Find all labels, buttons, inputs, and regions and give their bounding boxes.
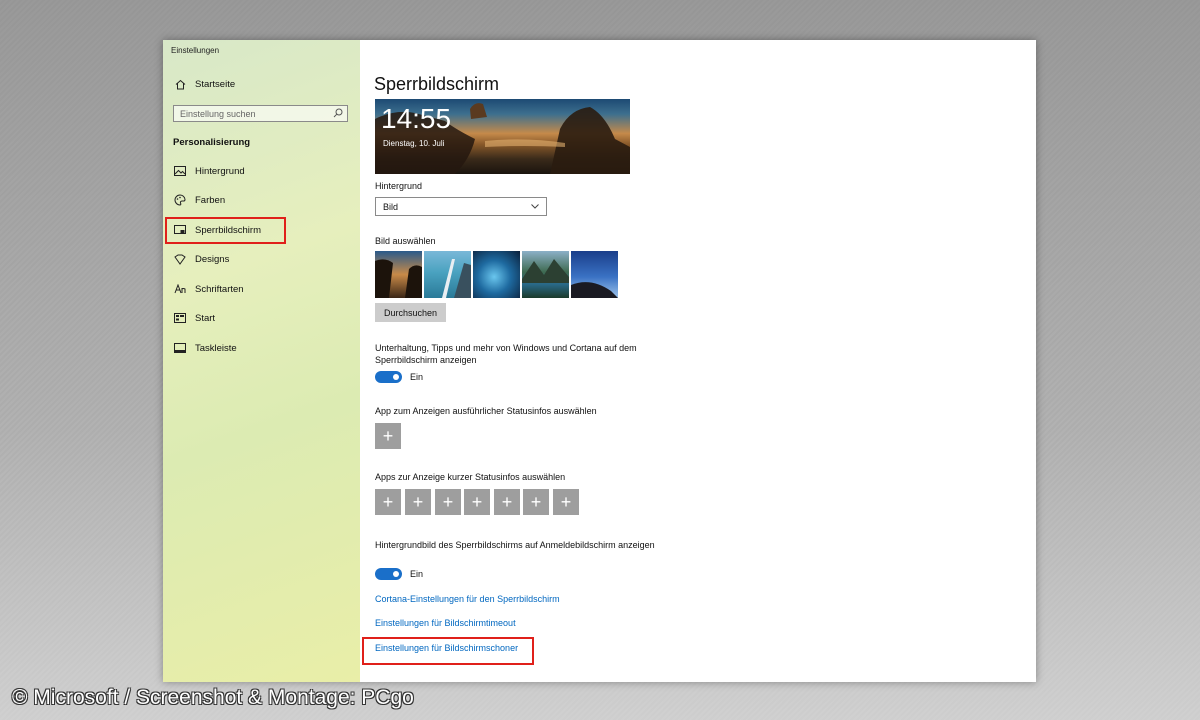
- browse-button[interactable]: Durchsuchen: [375, 303, 446, 322]
- quick-status-add-button-3[interactable]: +: [435, 489, 461, 515]
- screen-timeout-link[interactable]: Einstellungen für Bildschirmtimeout: [375, 618, 516, 628]
- sidebar-item-hintergrund[interactable]: Hintergrund: [173, 161, 245, 181]
- sidebar-item-home[interactable]: Startseite: [173, 74, 235, 94]
- sidebar: Einstellungen Startseite Einstellung suc…: [163, 40, 360, 682]
- lock-screen-preview: 14:55 Dienstag, 10. Juli: [375, 99, 630, 174]
- quick-status-label: Apps zur Anzeige kurzer Statusinfos ausw…: [375, 472, 566, 482]
- signin-background-label: Hintergrundbild des Sperrbildschirms auf…: [375, 540, 655, 550]
- sidebar-item-taskleiste[interactable]: Taskleiste: [173, 338, 237, 358]
- sidebar-item-label: Schriftarten: [195, 283, 244, 295]
- search-input[interactable]: Einstellung suchen: [173, 105, 348, 122]
- sidebar-item-schriftarten[interactable]: Schriftarten: [173, 279, 244, 299]
- sidebar-item-label: Farben: [195, 194, 226, 206]
- sidebar-item-start[interactable]: Start: [173, 308, 215, 328]
- taskbar-icon: [173, 342, 187, 354]
- picture-thumbnail-4[interactable]: [522, 251, 569, 298]
- quick-status-add-button-7[interactable]: +: [553, 489, 579, 515]
- credit-watermark: © Microsoft / Screenshot & Montage: PCgo: [12, 686, 414, 709]
- sidebar-item-label: Startseite: [195, 78, 236, 90]
- toggle-knob: [393, 374, 399, 380]
- picture-icon: [173, 165, 187, 177]
- page-title: Sperrbildschirm: [374, 74, 500, 94]
- signin-background-state: Ein: [410, 569, 424, 579]
- quick-status-add-button-6[interactable]: +: [523, 489, 549, 515]
- quick-status-add-button-1[interactable]: +: [375, 489, 401, 515]
- main-content: Sperrbildschirm 14:55 Dienstag, 10. Juli…: [360, 40, 1036, 682]
- preview-date: Dienstag, 10. Juli: [383, 139, 445, 148]
- picture-thumbnail-1[interactable]: [375, 251, 422, 298]
- search-placeholder: Einstellung suchen: [180, 108, 256, 119]
- cortana-settings-link[interactable]: Cortana-Einstellungen für den Sperrbilds…: [375, 594, 560, 604]
- fun-facts-state: Ein: [410, 372, 424, 382]
- sidebar-item-designs[interactable]: Designs: [173, 249, 229, 269]
- sidebar-item-farben[interactable]: Farben: [173, 190, 225, 210]
- home-icon: [173, 78, 187, 90]
- chevron-down-icon: [530, 201, 540, 213]
- settings-window: Einstellungen Startseite Einstellung suc…: [163, 40, 1036, 682]
- sidebar-item-label: Taskleiste: [195, 342, 237, 354]
- background-dropdown[interactable]: Bild: [375, 197, 547, 216]
- fun-facts-toggle[interactable]: [375, 371, 402, 383]
- toggle-knob: [393, 571, 399, 577]
- sidebar-item-label: Start: [195, 312, 216, 324]
- picture-thumbnail-3[interactable]: [473, 251, 520, 298]
- signin-background-toggle[interactable]: [375, 568, 402, 580]
- detailed-status-add-button[interactable]: +: [375, 423, 401, 449]
- start-icon: [173, 312, 187, 324]
- highlight-frame-nav: [165, 217, 286, 244]
- background-dropdown-value: Bild: [383, 201, 399, 212]
- sidebar-item-label: Hintergrund: [195, 165, 245, 177]
- font-icon: [173, 283, 187, 295]
- search-icon[interactable]: [333, 108, 343, 120]
- highlight-frame-link: [362, 637, 534, 665]
- choose-picture-label: Bild auswählen: [375, 236, 436, 246]
- palette-icon: [173, 194, 187, 206]
- preview-time: 14:55: [381, 103, 452, 134]
- sidebar-item-label: Designs: [195, 253, 230, 265]
- window-title: Einstellungen: [171, 46, 220, 55]
- quick-status-add-button-4[interactable]: +: [464, 489, 490, 515]
- designs-icon: [173, 253, 187, 265]
- quick-status-add-button-5[interactable]: +: [494, 489, 520, 515]
- section-title: Personalisierung: [173, 137, 251, 148]
- picture-thumbnail-5[interactable]: [571, 251, 618, 298]
- fun-facts-label: Unterhaltung, Tipps und mehr von Windows…: [375, 343, 637, 365]
- detailed-status-label: App zum Anzeigen ausführlicher Statusinf…: [375, 406, 597, 416]
- background-label: Hintergrund: [375, 181, 423, 191]
- quick-status-add-button-2[interactable]: +: [405, 489, 431, 515]
- picture-thumbnail-2[interactable]: [424, 251, 471, 298]
